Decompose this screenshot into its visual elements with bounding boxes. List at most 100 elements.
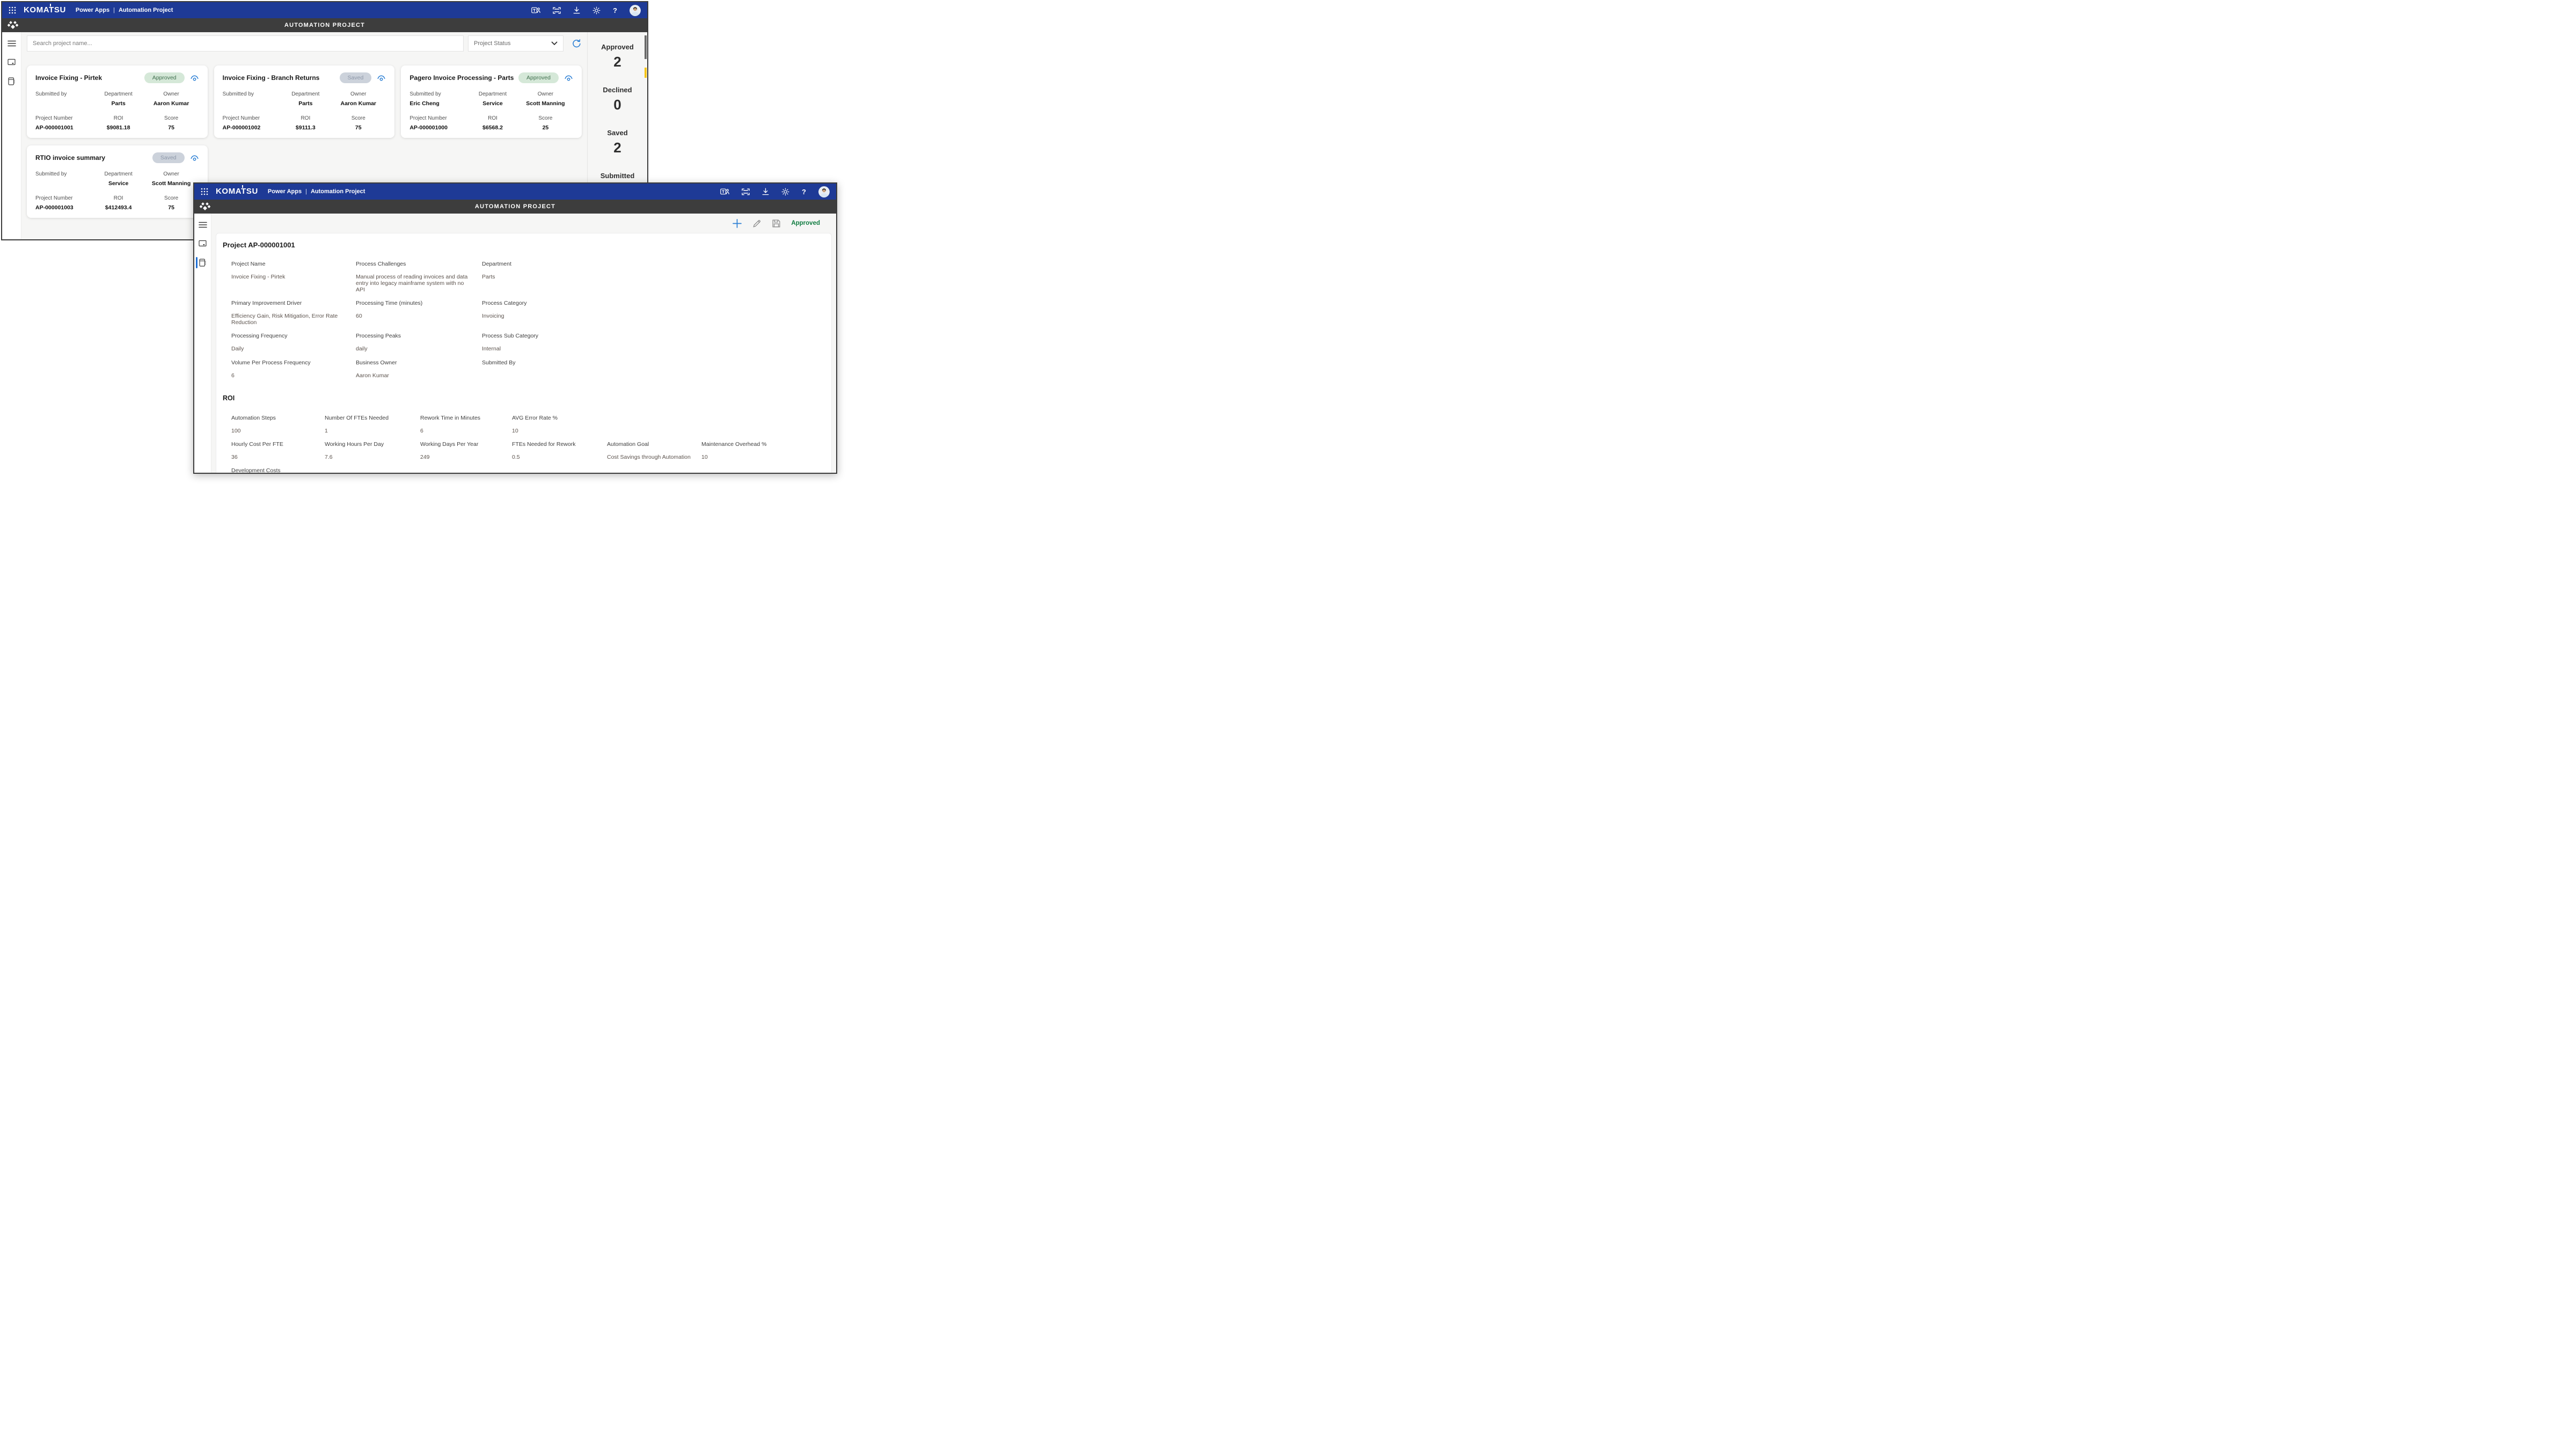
detail-toolbar: Approved <box>211 214 836 233</box>
project-card-title: Invoice Fixing - Pirtek <box>35 74 144 82</box>
page-title: AUTOMATION PROJECT <box>194 203 836 210</box>
help-icon[interactable]: ? <box>613 6 617 14</box>
owner-value: Scott Manning <box>144 180 199 187</box>
project-number-value: AP-000001000 <box>409 124 467 131</box>
field-working-hours-per-day: Working Hours Per Day 7.6 <box>325 441 420 461</box>
sidebar-item-projects[interactable] <box>194 257 211 268</box>
user-avatar[interactable] <box>630 5 641 16</box>
fit-screen-icon[interactable] <box>742 188 750 195</box>
field-label: Owner <box>144 171 199 177</box>
field-label: Project Number <box>223 115 281 121</box>
page-title: AUTOMATION PROJECT <box>2 22 647 28</box>
view-details-icon[interactable] <box>564 74 573 82</box>
field-automation-goal: Automation Goal Cost Savings through Aut… <box>607 441 701 461</box>
project-card[interactable]: Invoice Fixing - Pirtek Approved Submitt… <box>27 65 208 138</box>
field-label: Submitted by <box>35 91 93 97</box>
sidebar-item-screens[interactable] <box>2 57 21 67</box>
view-details-icon[interactable] <box>377 74 386 82</box>
left-sidebar <box>194 214 211 473</box>
roi-value: $9111.3 <box>280 124 331 131</box>
record-status: Approved <box>791 220 820 226</box>
download-icon[interactable] <box>573 6 580 14</box>
menu-hamburger-icon[interactable] <box>2 39 21 48</box>
search-input[interactable] <box>27 35 464 52</box>
project-card[interactable]: Invoice Fixing - Branch Returns Saved Su… <box>214 65 395 138</box>
field-label: Project Number <box>35 115 93 121</box>
roi-value: $412493.4 <box>93 204 144 211</box>
chevron-down-icon <box>551 41 558 46</box>
field-process-category: Process Category Invoicing <box>482 300 831 326</box>
field-rework-time-in-minutes: Rework Time in Minutes 6 <box>420 415 512 435</box>
field-processing-time: Processing Time (minutes) 60 <box>356 300 482 326</box>
project-card-title: RTIO invoice summary <box>35 154 152 162</box>
komatsu-logo: KOMATSU <box>216 187 258 196</box>
menu-hamburger-icon[interactable] <box>194 220 211 230</box>
department-value: Parts <box>93 100 144 107</box>
field-label: ROI <box>467 115 518 121</box>
status-badge: Approved <box>518 72 559 83</box>
roi-section-heading: ROI <box>216 394 831 402</box>
field-department: Department Parts <box>482 261 831 293</box>
project-card[interactable]: Pagero Invoice Processing - Parts Approv… <box>401 65 582 138</box>
scrollbar-thumb[interactable] <box>645 35 647 59</box>
project-status-dropdown[interactable]: Project Status <box>468 35 564 52</box>
field-label: Owner <box>331 91 386 97</box>
field-label: Owner <box>144 91 199 97</box>
sidebar-item-screens[interactable] <box>194 238 211 248</box>
detail-title: Project AP-000001001 <box>216 241 831 249</box>
edit-pencil-icon[interactable] <box>752 219 762 228</box>
view-details-icon[interactable] <box>190 74 199 82</box>
field-label: Submitted by <box>223 91 281 97</box>
app-launcher-icon[interactable] <box>9 6 16 14</box>
add-icon[interactable] <box>732 218 742 229</box>
app-title-bar: AUTOMATION PROJECT <box>194 200 836 214</box>
project-card-title: Pagero Invoice Processing - Parts <box>409 74 518 82</box>
field-submitted-by: Submitted By <box>482 360 831 379</box>
refresh-icon[interactable] <box>572 39 582 49</box>
user-avatar[interactable] <box>818 186 830 197</box>
field-label: Score <box>144 195 199 201</box>
department-value: Parts <box>280 100 331 107</box>
project-number-value: AP-000001003 <box>35 204 93 211</box>
stat-approved: Approved 2 <box>588 43 647 70</box>
sidebar-item-projects[interactable] <box>2 76 21 87</box>
logo-tick <box>50 4 52 6</box>
status-badge: Saved <box>152 152 185 163</box>
project-detail-card: Project AP-000001001 Project Name Invoic… <box>216 233 832 473</box>
field-primary-improvement-driver: Primary Improvement Driver Efficiency Ga… <box>231 300 356 326</box>
project-card[interactable]: RTIO invoice summary Saved Submitted by … <box>27 145 208 218</box>
view-details-icon[interactable] <box>190 154 199 162</box>
submitted-by-value <box>35 100 93 107</box>
product-name: Power Apps <box>268 188 302 195</box>
detail-content: Approved Project AP-000001001 Project Na… <box>211 214 836 473</box>
field-label: ROI <box>93 195 144 201</box>
save-icon[interactable] <box>772 219 781 228</box>
stat-declined: Declined 0 <box>588 86 647 113</box>
score-value: 75 <box>144 124 199 131</box>
field-volume-per-process-frequency: Volume Per Process Frequency 6 <box>231 360 356 379</box>
field-label: Department <box>467 91 518 97</box>
settings-gear-icon[interactable] <box>592 6 601 14</box>
score-value: 25 <box>518 124 573 131</box>
teams-icon[interactable] <box>720 188 729 195</box>
field-label: Department <box>93 91 144 97</box>
field-process-challenges: Process Challenges Manual process of rea… <box>356 261 482 293</box>
app-launcher-icon[interactable] <box>201 188 208 195</box>
nav-separator: | <box>305 188 307 195</box>
settings-gear-icon[interactable] <box>781 188 789 196</box>
help-icon[interactable]: ? <box>802 188 806 196</box>
app-name: Automation Project <box>311 188 365 195</box>
field-label: Owner <box>518 91 573 97</box>
product-name: Power Apps <box>76 7 109 13</box>
status-badge: Saved <box>340 72 372 83</box>
field-label: Department <box>93 171 144 177</box>
field-process-sub-category: Process Sub Category Internal <box>482 333 831 353</box>
left-sidebar <box>2 32 21 239</box>
teams-icon[interactable] <box>531 6 540 14</box>
field-label: Department <box>280 91 331 97</box>
nav-separator: | <box>113 7 115 13</box>
roi-value: $9081.18 <box>93 124 144 131</box>
roi-value: $6568.2 <box>467 124 518 131</box>
fit-screen-icon[interactable] <box>553 7 561 14</box>
download-icon[interactable] <box>762 188 769 195</box>
